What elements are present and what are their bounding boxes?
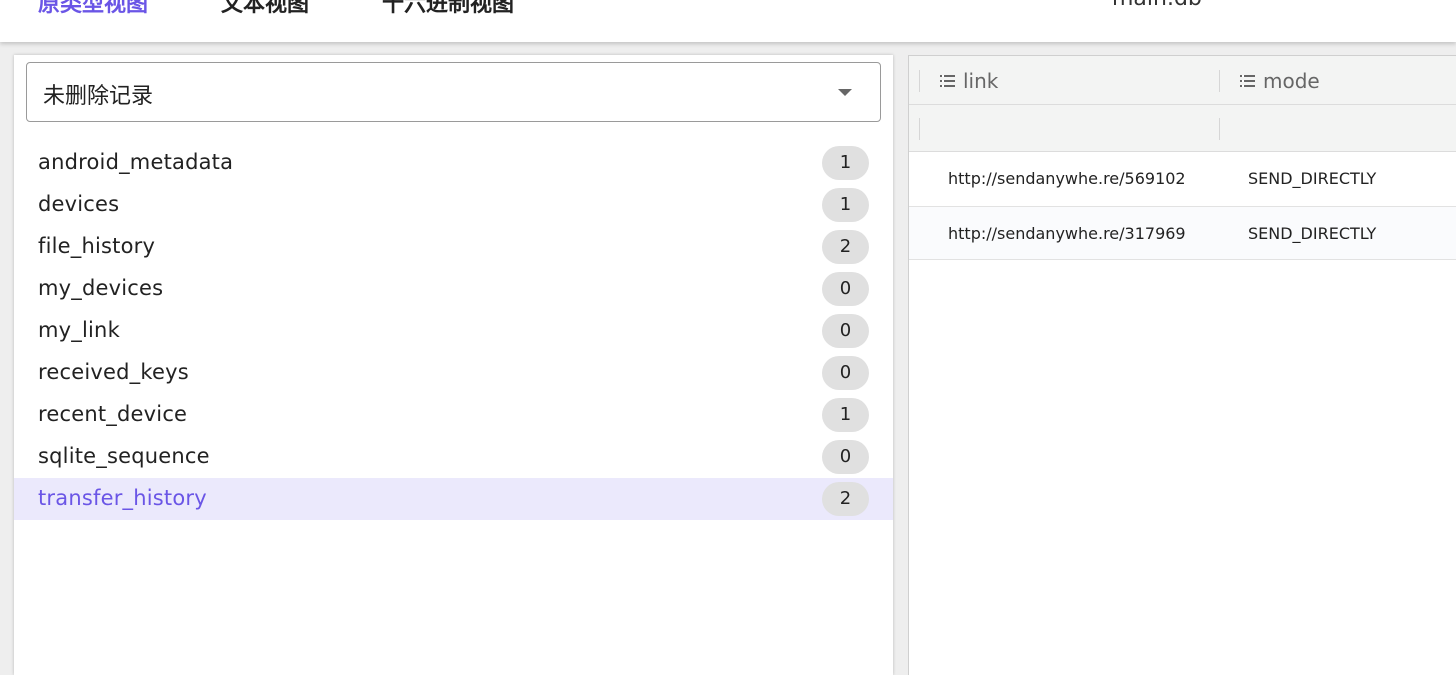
table-list: android_metadata 1 devices 1 file_histor… — [14, 142, 893, 520]
record-count-badge: 1 — [822, 146, 869, 180]
record-count-badge: 2 — [822, 230, 869, 264]
table-name: file_history — [38, 234, 156, 258]
column-header-label: mode — [1263, 69, 1320, 93]
filter-cell-link[interactable] — [919, 118, 920, 140]
table-item-devices[interactable]: devices 1 — [14, 184, 893, 226]
record-count-badge: 1 — [822, 398, 869, 432]
column-separator — [919, 70, 920, 92]
tab-hex-view[interactable]: 十六进制视图 — [382, 0, 514, 18]
table-item-sqlite-sequence[interactable]: sqlite_sequence 0 — [14, 436, 893, 478]
table-name: transfer_history — [38, 486, 207, 510]
record-count-badge: 0 — [822, 440, 869, 474]
grid-header-row: link mode — [909, 56, 1456, 105]
list-icon — [940, 75, 955, 87]
table-name: recent_device — [38, 402, 188, 426]
table-name: my_link — [38, 318, 120, 342]
table-item-transfer-history[interactable]: transfer_history 2 — [14, 478, 893, 520]
table-item-file-history[interactable]: file_history 2 — [14, 226, 893, 268]
record-count-badge: 0 — [822, 272, 869, 306]
table-name: android_metadata — [38, 150, 234, 174]
tab-text-view[interactable]: 文本视图 — [221, 0, 309, 18]
tab-native-type-view[interactable]: 原类型视图 — [38, 0, 148, 18]
table-row[interactable]: http://sendanywhe.re/569102 SEND_DIRECTL… — [909, 152, 1456, 207]
cell-link: http://sendanywhe.re/569102 — [948, 169, 1186, 188]
table-item-my-link[interactable]: my_link 0 — [14, 310, 893, 352]
cell-link: http://sendanywhe.re/317969 — [948, 224, 1186, 243]
cell-mode: SEND_DIRECTLY — [1248, 224, 1377, 243]
table-item-recent-device[interactable]: recent_device 1 — [14, 394, 893, 436]
cell-mode: SEND_DIRECTLY — [1248, 169, 1377, 188]
data-grid: link mode http://sendanywhe.re/569102 SE… — [908, 55, 1456, 675]
database-filename: main.db — [1112, 0, 1202, 11]
record-count-badge: 1 — [822, 188, 869, 222]
record-count-badge: 0 — [822, 356, 869, 390]
table-list-panel: 未删除记录 android_metadata 1 devices 1 file_… — [14, 55, 893, 675]
table-item-android-metadata[interactable]: android_metadata 1 — [14, 142, 893, 184]
record-count-badge: 0 — [822, 314, 869, 348]
filter-cell-mode[interactable] — [1219, 118, 1220, 140]
record-filter-select[interactable]: 未删除记录 — [26, 62, 881, 122]
dropdown-arrow-icon — [838, 89, 852, 96]
table-name: received_keys — [38, 360, 189, 384]
column-header-mode[interactable]: mode — [1240, 69, 1320, 93]
table-name: sqlite_sequence — [38, 444, 210, 468]
column-header-link[interactable]: link — [940, 69, 998, 93]
list-icon — [1240, 75, 1255, 87]
grid-filter-row — [909, 105, 1456, 152]
top-bar: 原类型视图 文本视图 十六进制视图 main.db — [0, 0, 1456, 42]
table-name: my_devices — [38, 276, 164, 300]
table-item-received-keys[interactable]: received_keys 0 — [14, 352, 893, 394]
table-name: devices — [38, 192, 120, 216]
record-filter-value: 未删除记录 — [43, 84, 154, 109]
record-count-badge: 2 — [822, 482, 869, 516]
column-header-label: link — [963, 69, 999, 93]
column-separator[interactable] — [1219, 70, 1220, 92]
table-row[interactable]: http://sendanywhe.re/317969 SEND_DIRECTL… — [909, 207, 1456, 260]
table-item-my-devices[interactable]: my_devices 0 — [14, 268, 893, 310]
